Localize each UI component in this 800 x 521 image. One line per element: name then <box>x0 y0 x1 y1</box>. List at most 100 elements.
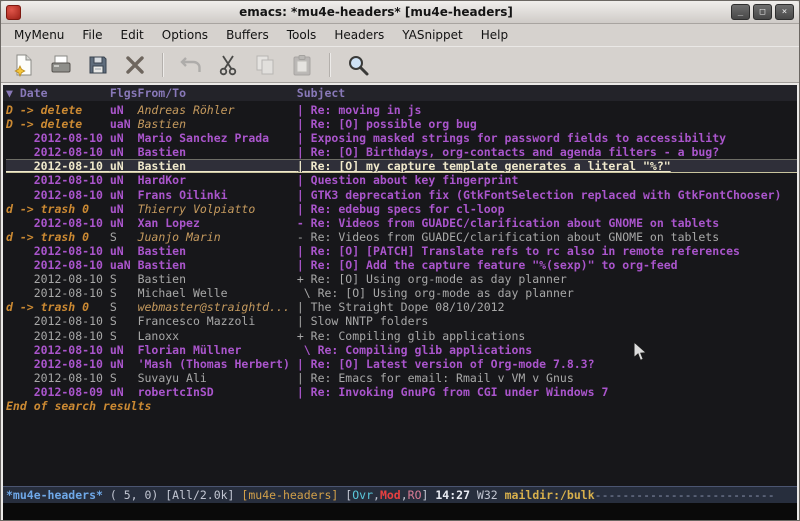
menu-item-options[interactable]: Options <box>153 25 217 45</box>
message-subject: \ Re: Compiling glib applications <box>297 343 532 357</box>
message-date: 2012-08-10 <box>6 145 110 159</box>
message-from: Michael Welle <box>138 286 297 300</box>
column-header-flags[interactable]: Flgs <box>110 85 138 101</box>
message-subject: | Exposing masked strings for password f… <box>297 131 726 145</box>
modeline-buffer-name[interactable]: *mu4e-headers* <box>6 488 103 502</box>
modeline-flag-modified: Mod <box>380 488 401 502</box>
column-header-date[interactable]: ▼ Date <box>6 85 110 101</box>
message-flags: uaN <box>110 117 138 131</box>
toolbar-separator <box>162 53 164 77</box>
message-row[interactable]: D -> delete uaN Bastien | Re: [O] possib… <box>6 117 797 131</box>
message-date: 2012-08-10 <box>6 244 110 258</box>
message-row[interactable]: 2012-08-10 uaN Bastien | Re: [O] Add the… <box>6 258 797 272</box>
message-flags: S <box>110 300 138 314</box>
message-date: 2012-08-10 <box>6 343 110 357</box>
menu-item-tools[interactable]: Tools <box>278 25 326 45</box>
save-buffer-button[interactable] <box>83 50 113 80</box>
menu-item-buffers[interactable]: Buffers <box>217 25 278 45</box>
minimize-button[interactable]: _ <box>731 4 750 20</box>
column-header-from[interactable]: From/To <box>138 85 297 101</box>
menu-item-help[interactable]: Help <box>472 25 517 45</box>
message-row[interactable]: 2012-08-10 uN Frans Oilinki | GTK3 depre… <box>6 188 797 202</box>
message-flags: S <box>110 371 138 385</box>
message-date: 2012-08-09 <box>6 385 110 399</box>
search-icon <box>346 53 370 77</box>
kill-buffer-icon <box>123 53 147 77</box>
header-line: ▼ DateFlgsFrom/ToSubject <box>3 85 797 101</box>
message-from: Bastien <box>138 272 297 286</box>
message-row[interactable]: 2012-08-10 uN Florian Müllner \ Re: Comp… <box>6 343 797 357</box>
modeline-major-mode[interactable]: [mu4e-headers] <box>241 488 338 502</box>
message-flags: S <box>110 314 138 328</box>
kill-buffer-button[interactable] <box>120 50 150 80</box>
message-row[interactable]: 2012-08-10 S Lanoxx + Re: Compiling glib… <box>6 329 797 343</box>
menu-item-edit[interactable]: Edit <box>112 25 153 45</box>
mode-line[interactable]: *mu4e-headers* ( 5, 0) [All/2.0k] [mu4e-… <box>3 486 797 503</box>
message-subject: | Re: [O] [PATCH] Translate refs to rc a… <box>297 244 740 258</box>
message-row[interactable]: 2012-08-10 uN Bastien | Re: [O] [PATCH] … <box>6 244 797 258</box>
window-menu-icon[interactable] <box>6 5 21 20</box>
echo-area[interactable] <box>3 503 797 520</box>
message-flags: uN <box>110 131 138 145</box>
cut-button[interactable] <box>213 50 243 80</box>
modeline-filler-dashes: -------------------------- <box>595 488 775 502</box>
message-row[interactable]: 2012-08-10 S Michael Welle \ Re: [O] Usi… <box>6 286 797 300</box>
title-bar: emacs: *mu4e-headers* [mu4e-headers] _ □… <box>1 1 799 24</box>
message-subject: | Re: [O] possible org bug <box>297 117 477 131</box>
menu-item-headers[interactable]: Headers <box>325 25 393 45</box>
menu-item-yasnippet[interactable]: YASnippet <box>393 25 472 45</box>
open-file-icon <box>49 53 73 77</box>
message-row[interactable]: 2012-08-10 S Francesco Mazzoli | Slow NN… <box>6 314 797 328</box>
message-row[interactable]: 2012-08-10 uN Bastien | Re: [O] my captu… <box>6 159 797 173</box>
close-button[interactable]: × <box>775 4 794 20</box>
message-row[interactable]: 2012-08-10 uN HardKor | Question about k… <box>6 173 797 187</box>
message-subject: | The Straight Dope 08/10/2012 <box>297 300 505 314</box>
message-row[interactable]: 2012-08-10 S Bastien + Re: [O] Using org… <box>6 272 797 286</box>
column-header-subject[interactable]: Subject <box>297 86 345 100</box>
message-from: Bastien <box>138 159 297 173</box>
message-row[interactable]: 2012-08-10 uN Mario Sanchez Prada | Expo… <box>6 131 797 145</box>
new-file-button[interactable] <box>9 50 39 80</box>
copy-icon <box>253 53 277 77</box>
message-date: D -> delete <box>6 103 110 117</box>
message-from: Bastien <box>138 258 297 272</box>
message-flags: S <box>110 286 138 300</box>
maximize-button[interactable]: □ <box>753 4 772 20</box>
message-row[interactable]: d -> trash 0 uN Thierry Volpiatto | Re: … <box>6 202 797 216</box>
message-row[interactable]: 2012-08-10 S Suvayu Ali | Re: Emacs for … <box>6 371 797 385</box>
message-row[interactable]: D -> delete uN Andreas Röhler | Re: movi… <box>6 103 797 117</box>
end-of-results-label: End of search results <box>6 399 797 413</box>
message-flags: uaN <box>110 258 138 272</box>
message-subject: - Re: Videos from GUADEC/clarification a… <box>297 230 719 244</box>
message-subject: \ Re: [O] Using org-mode as day planner <box>297 286 574 300</box>
open-file-button[interactable] <box>46 50 76 80</box>
message-from: Andreas Röhler <box>138 103 297 117</box>
message-subject: | Re: edebug specs for cl-loop <box>297 202 505 216</box>
message-date: d -> trash 0 <box>6 202 110 216</box>
message-from: Bastien <box>138 244 297 258</box>
message-row[interactable]: 2012-08-10 uN Bastien | Re: [O] Birthday… <box>6 145 797 159</box>
paste-icon <box>290 53 314 77</box>
message-date: 2012-08-10 <box>6 159 110 173</box>
message-from: Suvayu Ali <box>138 371 297 385</box>
modeline-position: ( 5, 0) <box>103 488 165 502</box>
search-button[interactable] <box>343 50 373 80</box>
modeline-flag-readonly: RO <box>408 488 422 502</box>
menu-item-file[interactable]: File <box>73 25 111 45</box>
modeline-bracket: ] <box>422 488 436 502</box>
message-date: 2012-08-10 <box>6 371 110 385</box>
modeline-clock: 14:27 <box>435 488 470 502</box>
message-subject: | Re: Emacs for email: Rmail v VM v Gnus <box>297 371 574 385</box>
message-flags: uN <box>110 103 138 117</box>
message-row[interactable]: d -> trash 0 S Juanjo Marin - Re: Videos… <box>6 230 797 244</box>
message-subject: | Re: [O] Latest version of Org-mode 7.8… <box>297 357 595 371</box>
menu-bar: MyMenu File Edit Options Buffers Tools H… <box>1 24 799 46</box>
toolbar-separator <box>329 53 331 77</box>
message-date: 2012-08-10 <box>6 188 110 202</box>
message-row[interactable]: 2012-08-10 uN 'Mash (Thomas Herbert) | R… <box>6 357 797 371</box>
message-row[interactable]: 2012-08-10 uN Xan Lopez - Re: Videos fro… <box>6 216 797 230</box>
menu-item-mymenu[interactable]: MyMenu <box>5 25 73 45</box>
message-date: D -> delete <box>6 117 110 131</box>
message-row[interactable]: d -> trash 0 S webmaster@straightd... | … <box>6 300 797 314</box>
message-row[interactable]: 2012-08-09 uN robertcInSD | Re: Invoking… <box>6 385 797 399</box>
